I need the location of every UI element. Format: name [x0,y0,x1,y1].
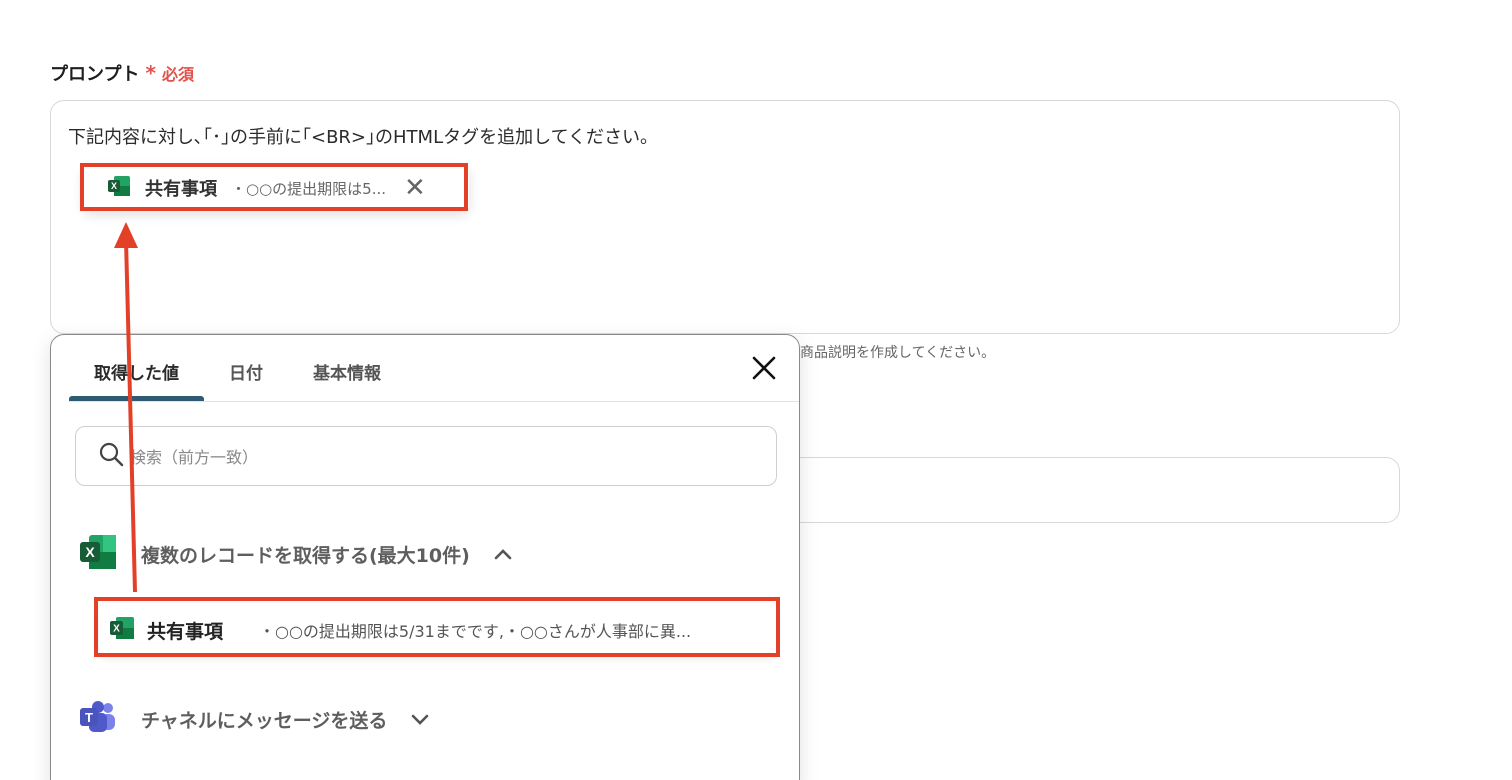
tab-date[interactable]: 日付 [204,335,288,401]
variable-picker-popup: 取得した値 日付 基本情報 検索（前方一致） X 複数のレコードを取得する(最大… [50,334,800,780]
tab-basic-info[interactable]: 基本情報 [288,335,406,401]
chevron-up-icon[interactable] [494,545,512,564]
field-hint: 商品説明を作成してください。 [800,345,996,361]
required-text: 必須 [161,65,194,84]
group-label-teams: チャネルにメッセージを送る [141,709,388,732]
chevron-down-icon[interactable] [411,710,429,729]
search-icon [98,441,124,471]
popup-close-icon[interactable] [749,355,779,385]
svg-text:X: X [85,544,95,560]
svg-text:T: T [85,710,93,725]
search-placeholder: 検索（前方一致） [130,448,259,467]
excel-icon: X [79,534,117,574]
second-input[interactable] [790,457,1400,523]
prompt-label-text: プロンプト [50,64,140,85]
tab-acquired-values[interactable]: 取得した値 [69,335,204,401]
required-asterisk: * [145,61,156,85]
chip-highlight-box [80,163,468,211]
result-highlight-box [94,597,780,657]
group-excel-records[interactable]: X 複数のレコードを取得する(最大10件) [79,534,512,574]
prompt-textarea[interactable]: 下記内容に対し､｢･｣の手前に｢<BR>｣のHTMLタグを追加してください。 X… [50,100,1400,334]
teams-icon: T [79,700,117,738]
prompt-label: プロンプト * 必須 [50,60,194,86]
prompt-text: 下記内容に対し､｢･｣の手前に｢<BR>｣のHTMLタグを追加してください。 [68,127,659,148]
tabs-divider [69,401,799,402]
group-teams-message[interactable]: T チャネルにメッセージを送る [79,700,429,738]
popup-tabs: 取得した値 日付 基本情報 [69,335,406,401]
search-input[interactable]: 検索（前方一致） [75,426,777,486]
group-label-excel: 複数のレコードを取得する(最大10件) [141,544,470,567]
